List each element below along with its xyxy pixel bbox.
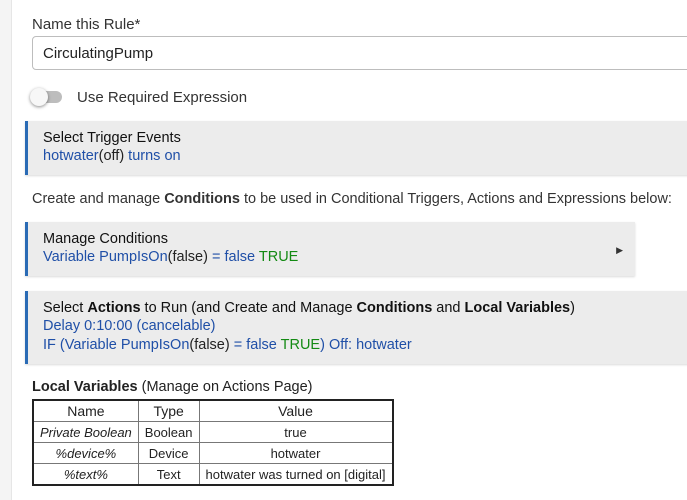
column-header-type: Type [137,399,200,422]
action-if-state: (false) [189,337,230,353]
trigger-event: turns on [124,148,181,164]
toggle-knob[interactable] [30,88,48,106]
conditions-info-text: Create and manage Conditions to be used … [32,191,672,207]
action-if-off: ) Off: hotwater [320,337,412,353]
actions-card[interactable]: Select Actions to Run (and Create and Ma… [25,291,687,364]
rule-name-label: Name this Rule* [32,16,141,33]
variable-type-cell: Text [137,463,200,486]
action-if-variable: IF (Variable PumpIsOn [43,337,190,353]
variable-type-cell: Boolean [137,421,200,443]
condition-variable: Variable PumpIsOn [43,249,168,265]
actions-title-bold: Conditions [356,300,433,316]
local-variables-table: Name Type Value Private Boolean Boolean … [32,399,394,486]
variable-name-cell: %device% [32,442,139,464]
table-row: %text% Text hotwater was turned on [digi… [32,463,393,486]
condition-line: Variable PumpIsOn(false) = false TRUE [43,248,619,267]
variable-type-cell: Device [137,442,200,464]
trigger-device-state: (off) [98,148,125,164]
conditions-info-prefix: Create and manage [32,191,165,207]
action-if-comparison: = false [229,337,281,353]
actions-title-part: Select [43,300,88,316]
variable-value-cell: true [198,421,393,443]
table-row: Private Boolean Boolean true [32,421,393,443]
trigger-events-card[interactable]: Select Trigger Events hotwater(off) turn… [25,121,687,175]
local-variables-title-bold: Local Variables [32,379,138,395]
trigger-device: hotwater [43,148,99,164]
manage-conditions-title: Manage Conditions [43,231,168,247]
manage-conditions-card[interactable]: Manage Conditions Variable PumpIsOn(fals… [25,222,635,276]
actions-title-part: ) [570,300,575,316]
column-header-name: Name [32,399,139,422]
action-if-result: TRUE [280,337,321,353]
actions-title-part: and [432,300,465,316]
rule-name-input[interactable] [32,36,687,70]
local-variables-title-rest: (Manage on Actions Page) [137,379,313,395]
actions-title: Select Actions to Run (and Create and Ma… [43,299,674,317]
actions-title-bold: Local Variables [464,300,571,316]
variable-name-cell: Private Boolean [32,421,139,443]
condition-comparison: = false [207,249,259,265]
table-header-row: Name Type Value [32,399,393,422]
column-header-value: Value [198,399,393,422]
expand-arrow-icon[interactable]: ▶ [616,245,623,256]
conditions-info-suffix: to be used in Conditional Triggers, Acti… [239,191,672,207]
action-if-line: IF (Variable PumpIsOn(false) = false TRU… [43,336,674,355]
trigger-events-title: Select Trigger Events [43,130,181,146]
condition-state: (false) [167,249,208,265]
variable-name-cell: %text% [32,463,139,486]
table-row: %device% Device hotwater [32,442,393,464]
local-variables-title: Local Variables (Manage on Actions Page) [32,379,313,395]
trigger-event-line: hotwater(off) turns on [43,147,674,166]
actions-title-part: to Run (and Create and Manage [140,300,357,316]
condition-result: TRUE [258,249,299,265]
conditions-info-bold: Conditions [164,191,240,207]
variable-value-cell: hotwater was turned on [digital] [198,463,393,486]
action-delay-line: Delay 0:10:00 (cancelable) [43,318,216,334]
variable-value-cell: hotwater [198,442,393,464]
required-expression-label: Use Required Expression [77,89,248,106]
left-panel-edge [0,0,12,500]
actions-title-bold: Actions [87,300,141,316]
